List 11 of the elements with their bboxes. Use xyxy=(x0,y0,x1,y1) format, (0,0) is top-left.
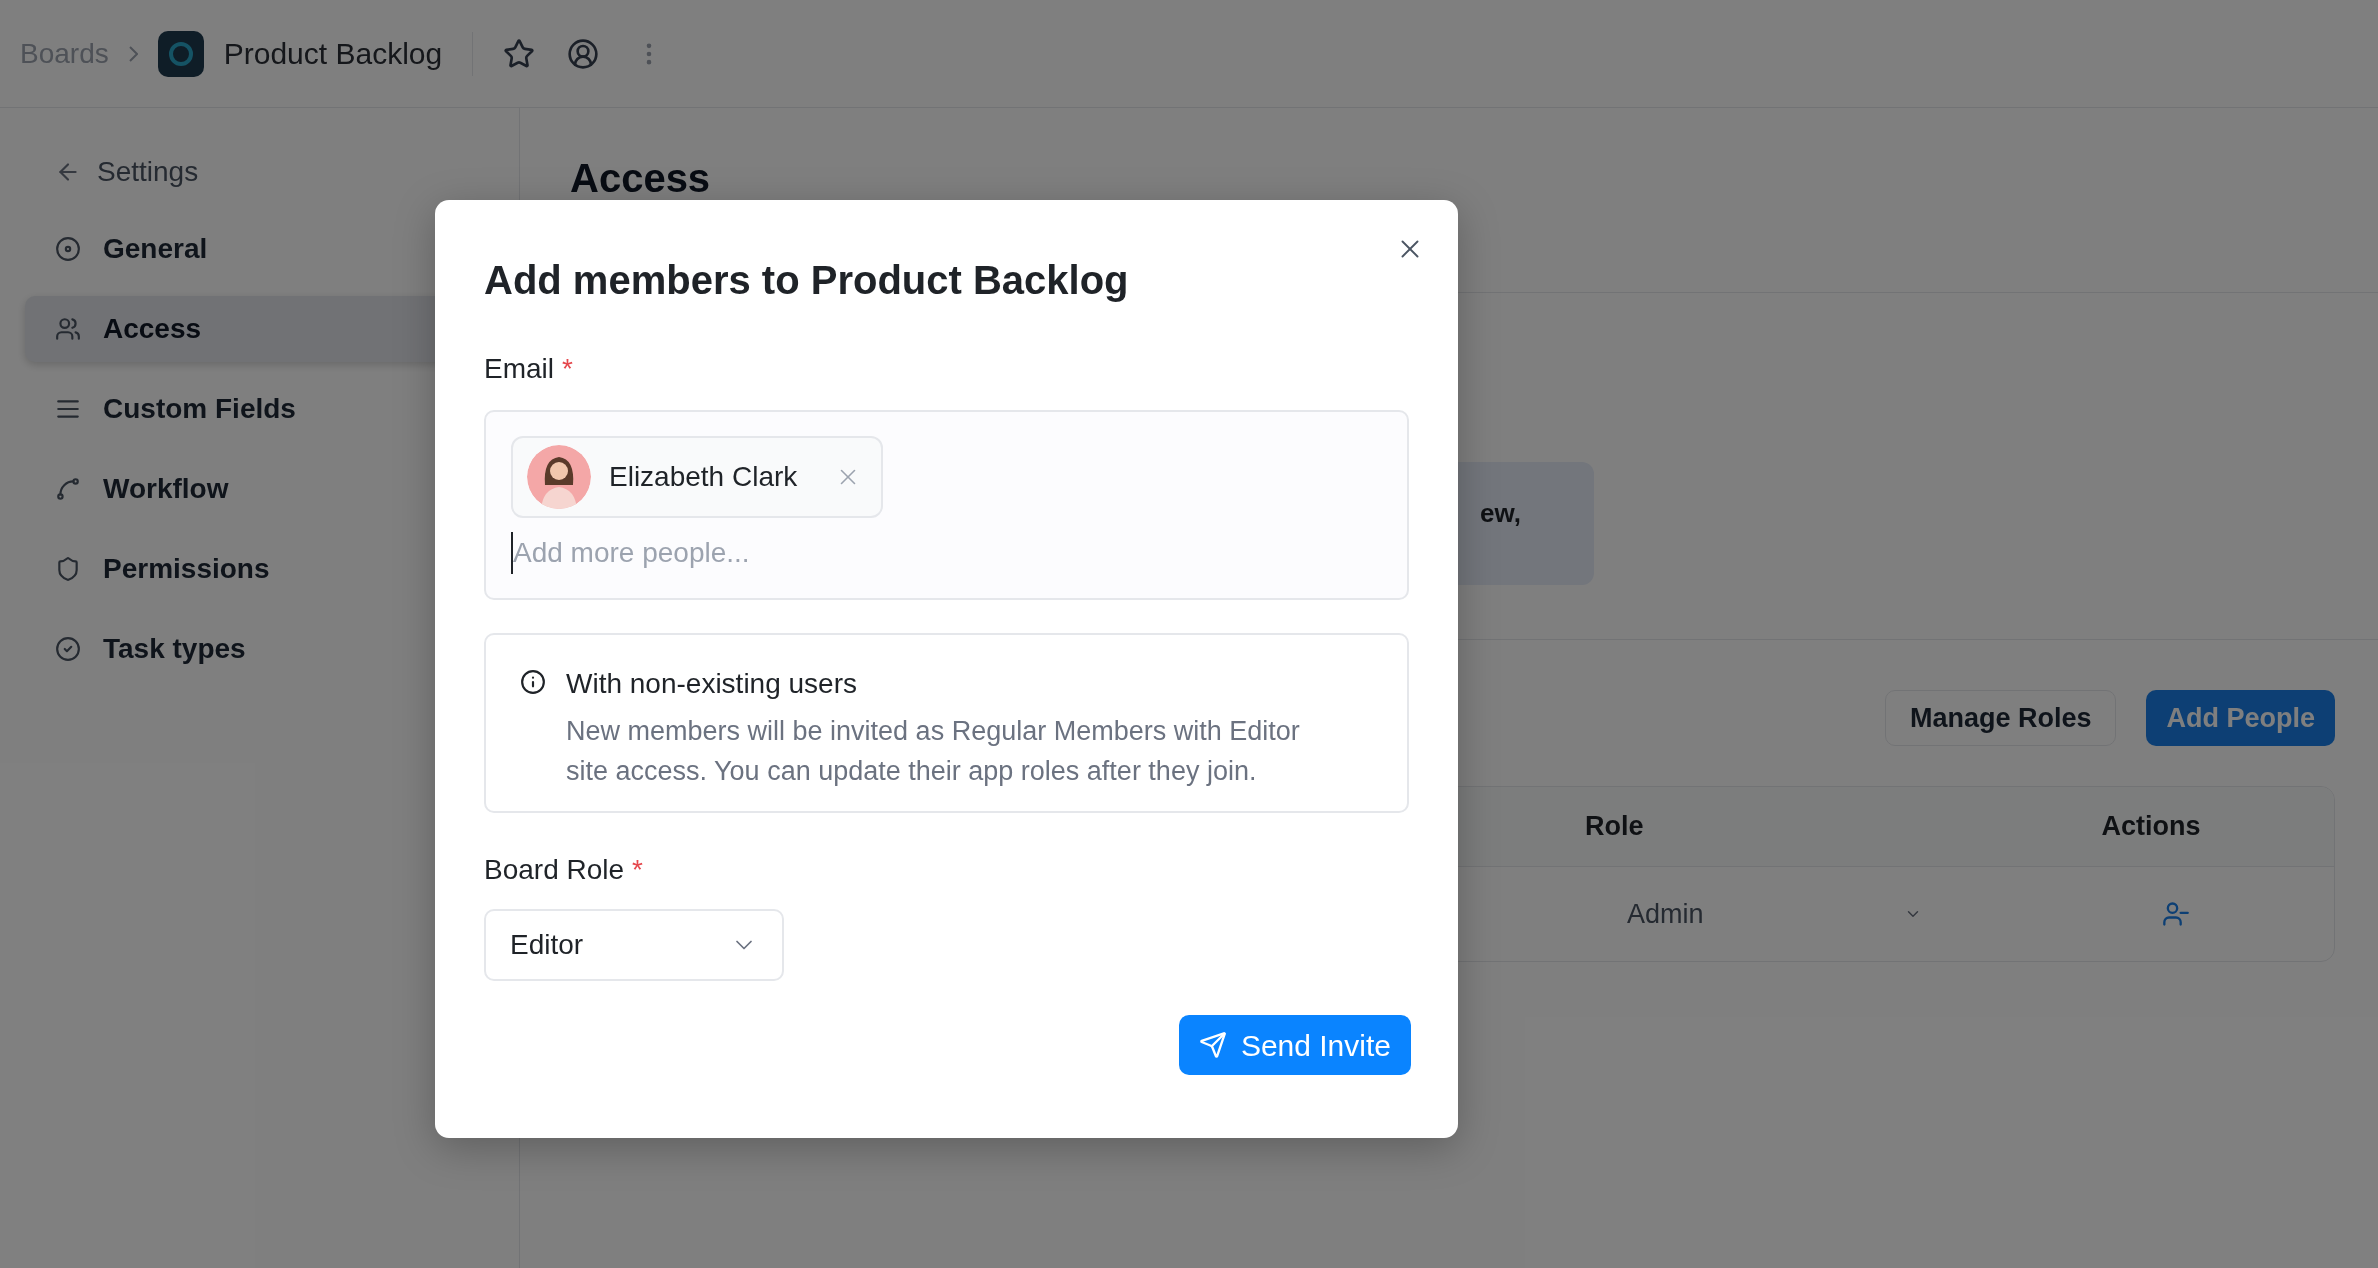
column-header: Actions xyxy=(2101,810,2201,844)
board-title: Product Backlog xyxy=(223,36,443,72)
role-cell-text: Admin xyxy=(1627,897,1704,931)
field-label: Board Role xyxy=(484,853,625,887)
person-name: Elizabeth Clark xyxy=(609,460,798,494)
info-title: With non-existing users xyxy=(566,667,858,701)
info-text: New members will be invited as Regular Members with Editor site access. You can update their app roles after they join. xyxy=(566,715,1301,788)
column-header: Role xyxy=(1585,810,1644,844)
required-mark: * xyxy=(562,352,573,386)
page-title: Access xyxy=(570,155,712,202)
required-mark: * xyxy=(632,853,643,887)
